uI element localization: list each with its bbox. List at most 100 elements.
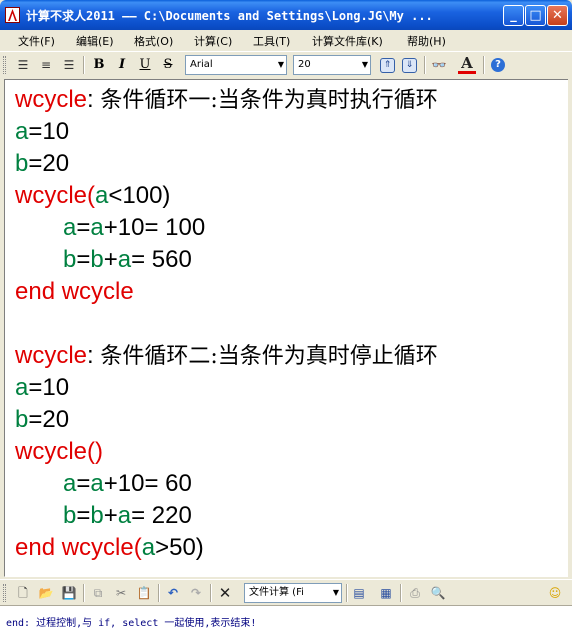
italic-button[interactable]: I — [113, 56, 131, 74]
expression-text: + — [103, 246, 118, 273]
variable-token: a — [141, 534, 156, 561]
code-line[interactable]: wcycle(a<100) — [15, 180, 170, 212]
variable-token: a — [90, 214, 104, 241]
close-button[interactable]: ✕ — [547, 5, 568, 26]
toolbar-separator — [83, 584, 85, 602]
decrease-size-icon[interactable]: ⇓ — [400, 56, 418, 74]
status-message: end: 过程控制,与 if, select 一起使用,表示结束! — [6, 618, 257, 629]
variable-token: a — [117, 502, 132, 529]
expression-text: +10= 60 — [103, 470, 192, 497]
font-size-select[interactable]: 20 ▼ — [293, 55, 371, 75]
code-line[interactable]: a=10 — [15, 116, 69, 148]
expression-text: = — [76, 470, 91, 497]
code-line[interactable]: wcycle() — [15, 436, 103, 468]
keyword-token: wcycle( — [15, 182, 96, 209]
code-line[interactable]: a=10 — [15, 372, 69, 404]
minimize-button[interactable]: _ — [503, 5, 524, 26]
calculator-icon[interactable]: ▤ — [350, 584, 368, 602]
variable-token: b — [15, 406, 29, 433]
code-line[interactable]: a=a+10= 60 — [63, 468, 192, 500]
underline-button[interactable]: U — [136, 56, 154, 74]
comment-text: 条件循环一:当条件为真时执行循环 — [100, 88, 438, 113]
menu-edit[interactable]: 编辑(E) — [76, 33, 114, 49]
keyword-token: wcycle — [15, 342, 88, 369]
expression-text: = 220 — [131, 502, 192, 529]
menu-calc-library[interactable]: 计算文件库(K) — [312, 33, 383, 49]
code-line[interactable]: b=b+a= 220 — [63, 500, 192, 532]
variable-token: a — [95, 182, 109, 209]
title-bar[interactable]: 计算不求人2011 —— C:\Documents and Settings\L… — [0, 0, 572, 30]
code-line[interactable]: a=a+10= 100 — [63, 212, 205, 244]
print-icon[interactable]: ⎙ — [406, 584, 424, 602]
expression-text: = — [76, 502, 91, 529]
menu-file[interactable]: 文件(F) — [18, 33, 55, 49]
keyword-token: wcycle — [15, 86, 88, 113]
keyword-token: wcycle() — [15, 438, 103, 465]
smiley-icon[interactable]: ☺ — [546, 584, 564, 602]
bold-button[interactable]: B — [90, 56, 108, 74]
code-line[interactable]: wcycle: 条件循环二:当条件为真时停止循环 — [15, 340, 438, 372]
font-size-value: 20 — [298, 59, 311, 70]
font-name-select[interactable]: Arial ▼ — [185, 55, 287, 75]
comment-text: 条件循环二:当条件为真时停止循环 — [100, 344, 438, 369]
cut-icon[interactable]: ✂ — [112, 584, 130, 602]
variable-token: b — [63, 502, 77, 529]
toolbar-grip[interactable] — [3, 584, 6, 602]
redo-icon[interactable]: ↷ — [187, 584, 205, 602]
code-line[interactable]: end wcycle(a>50) — [15, 532, 204, 564]
code-line[interactable]: end wcycle — [15, 276, 134, 308]
variable-token: b — [90, 246, 104, 273]
undo-icon[interactable]: ↶ — [164, 584, 182, 602]
align-center-icon[interactable]: ≡ — [37, 56, 55, 74]
expression-text: =10 — [28, 118, 70, 145]
toolbar-separator — [400, 584, 402, 602]
chevron-down-icon[interactable]: ▼ — [333, 584, 339, 602]
document-editor[interactable]: wcycle: 条件循环一:当条件为真时执行循环 a=10 b=20 wcycle(a… — [4, 79, 568, 577]
variable-token: a — [63, 470, 77, 497]
variable-token: a — [15, 374, 29, 401]
app-logo-icon[interactable] — [5, 7, 20, 23]
toolbar-separator — [483, 56, 485, 74]
code-line[interactable]: b=20 — [15, 404, 69, 436]
align-left-icon[interactable]: ☰ — [14, 56, 32, 74]
menu-tools[interactable]: 工具(T) — [253, 33, 290, 49]
copy-icon[interactable]: ⧉ — [89, 584, 107, 602]
file-toolbar: 🗋 📂 💾 ⧉ ✂ 📋 ↶ ↷ ✕ 文件计算 (Fi ▼ ▤ ▦ ⎙ 🔍 ☺ — [0, 579, 572, 605]
toolbar-separator — [158, 584, 160, 602]
align-right-icon[interactable]: ☰ — [60, 56, 78, 74]
code-line[interactable]: wcycle: 条件循环一:当条件为真时执行循环 — [15, 84, 438, 116]
table-icon[interactable]: ▦ — [377, 584, 395, 602]
save-icon[interactable]: 💾 — [60, 584, 78, 602]
font-color-icon[interactable]: A — [458, 56, 476, 74]
help-icon[interactable]: ? — [489, 56, 507, 74]
toolbar-separator — [210, 584, 212, 602]
menu-help[interactable]: 帮助(H) — [407, 33, 446, 49]
find-binoculars-icon[interactable]: 👓 — [430, 56, 448, 74]
variable-token: a — [117, 246, 132, 273]
paste-icon[interactable]: 📋 — [135, 584, 153, 602]
maximize-button[interactable]: □ — [525, 5, 546, 26]
toolbar-separator — [424, 56, 426, 74]
strikethrough-button[interactable]: S — [159, 56, 177, 74]
toolbar-grip[interactable] — [3, 56, 6, 74]
chevron-down-icon[interactable]: ▼ — [362, 56, 368, 74]
menu-calculate[interactable]: 计算(C) — [194, 33, 232, 49]
print-preview-icon[interactable]: 🔍 — [429, 584, 447, 602]
expression-text: : — [87, 342, 101, 369]
code-line[interactable]: b=20 — [15, 148, 69, 180]
font-name-value: Arial — [190, 59, 213, 70]
toolbar-separator — [83, 56, 85, 74]
format-toolbar: ☰ ≡ ☰ B I U S Arial ▼ 20 ▼ ⇑ ⇓ 👓 A ? — [0, 51, 572, 77]
calc-mode-select[interactable]: 文件计算 (Fi ▼ — [244, 583, 342, 603]
expression-text: = — [76, 214, 91, 241]
increase-size-icon[interactable]: ⇑ — [378, 56, 396, 74]
open-folder-icon[interactable]: 📂 — [37, 584, 55, 602]
code-line[interactable]: b=b+a= 560 — [63, 244, 192, 276]
variable-token: b — [90, 502, 104, 529]
variable-token: b — [15, 150, 29, 177]
delete-icon[interactable]: ✕ — [216, 584, 234, 602]
variable-token: b — [63, 246, 77, 273]
new-file-icon[interactable]: 🗋 — [14, 584, 32, 602]
chevron-down-icon[interactable]: ▼ — [278, 56, 284, 74]
menu-format[interactable]: 格式(O) — [134, 33, 173, 49]
